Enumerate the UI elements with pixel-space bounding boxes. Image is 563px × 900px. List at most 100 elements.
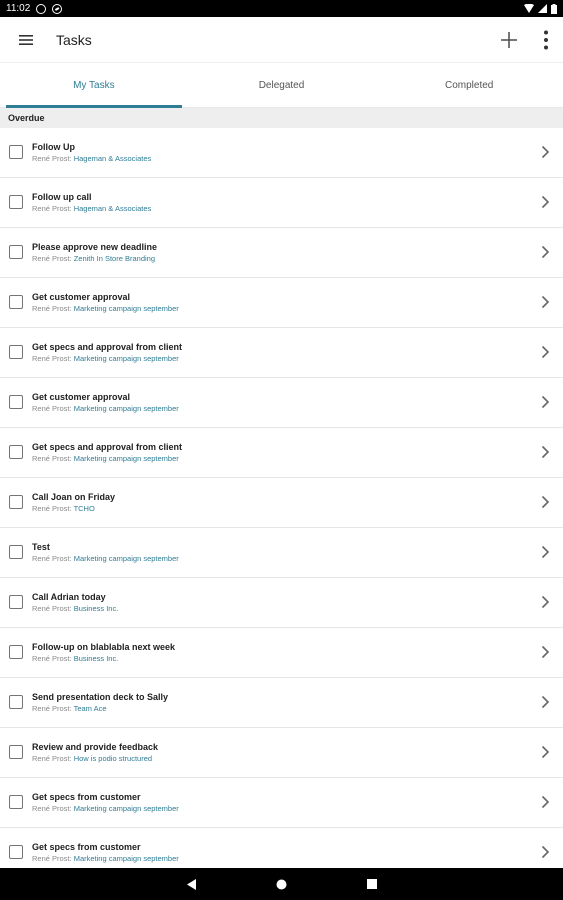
task-title: Follow up call: [32, 192, 92, 202]
status-bar: 11:02: [0, 0, 563, 17]
task-row[interactable]: Review and provide feedback René Prost: H…: [0, 728, 563, 778]
task-project-link[interactable]: Hageman & Associates: [74, 204, 152, 213]
tab-delegated[interactable]: Delegated: [188, 63, 376, 107]
task-row[interactable]: Get customer approval René Prost: Marketi…: [0, 378, 563, 428]
chevron-right-icon[interactable]: [537, 694, 553, 710]
tab-bar: My Tasks Delegated Completed: [0, 63, 563, 108]
task-checkbox[interactable]: [9, 145, 23, 159]
task-checkbox[interactable]: [9, 195, 23, 209]
task-project-link[interactable]: Marketing campaign september: [74, 554, 179, 563]
task-row[interactable]: Get specs and approval from client René P…: [0, 328, 563, 378]
task-row[interactable]: Call Joan on Friday René Prost: TCHO: [0, 478, 563, 528]
task-project-link[interactable]: Marketing campaign september: [74, 404, 179, 413]
chevron-right-icon[interactable]: [537, 594, 553, 610]
chevron-right-icon[interactable]: [537, 394, 553, 410]
task-project-link[interactable]: Team Ace: [74, 704, 107, 713]
task-row[interactable]: Test René Prost: Marketing campaign septe…: [0, 528, 563, 578]
task-checkbox[interactable]: [9, 645, 23, 659]
status-left: 11:02: [6, 3, 63, 14]
task-checkbox[interactable]: [9, 795, 23, 809]
task-project-link[interactable]: Business Inc.: [74, 604, 119, 613]
task-checkbox[interactable]: [9, 445, 23, 459]
system-nav-bar: [0, 868, 563, 900]
task-project-link[interactable]: TCHO: [74, 504, 95, 513]
task-owner: René Prost:: [32, 254, 72, 263]
task-project-link[interactable]: Zenith In Store Branding: [74, 254, 155, 263]
nav-back-button[interactable]: [147, 868, 237, 900]
chevron-right-icon[interactable]: [537, 744, 553, 760]
chevron-right-icon[interactable]: [537, 244, 553, 260]
task-checkbox[interactable]: [9, 595, 23, 609]
task-meta: René Prost: Zenith In Store Branding: [32, 253, 523, 264]
task-meta: René Prost: Hageman & Associates: [32, 153, 523, 164]
task-project-link[interactable]: Marketing campaign september: [74, 354, 179, 363]
nav-home-button[interactable]: [237, 868, 327, 900]
task-project-link[interactable]: Marketing campaign september: [74, 304, 179, 313]
task-checkbox[interactable]: [9, 695, 23, 709]
task-meta: René Prost: How is podio structured: [32, 753, 523, 764]
task-checkbox[interactable]: [9, 545, 23, 559]
chevron-right-icon[interactable]: [537, 444, 553, 460]
task-text: Follow Up René Prost: Hageman & Associate…: [32, 141, 523, 164]
chevron-right-icon[interactable]: [537, 494, 553, 510]
task-row[interactable]: Get specs from customer René Prost: Marke…: [0, 828, 563, 868]
task-project-link[interactable]: Hageman & Associates: [74, 154, 152, 163]
task-text: Please approve new deadline René Prost: Z…: [32, 241, 523, 264]
task-project-link[interactable]: Business Inc.: [74, 654, 119, 663]
task-checkbox[interactable]: [9, 745, 23, 759]
task-row[interactable]: Call Adrian today René Prost: Business In…: [0, 578, 563, 628]
task-row[interactable]: Get specs from customer René Prost: Marke…: [0, 778, 563, 828]
task-checkbox[interactable]: [9, 345, 23, 359]
home-circle-icon: [276, 879, 287, 889]
task-row[interactable]: Get specs and approval from client René P…: [0, 428, 563, 478]
task-row[interactable]: Please approve new deadline René Prost: Z…: [0, 228, 563, 278]
task-title: Get specs and approval from client: [32, 342, 183, 352]
wifi-icon: [524, 4, 534, 13]
task-text: Review and provide feedback René Prost: H…: [32, 741, 523, 764]
task-project-link[interactable]: Marketing campaign september: [74, 454, 179, 463]
chevron-right-icon[interactable]: [537, 144, 553, 160]
chevron-right-icon[interactable]: [537, 844, 553, 860]
tab-completed[interactable]: Completed: [375, 63, 563, 107]
more-options-button[interactable]: [531, 18, 561, 62]
nav-recents-button[interactable]: [327, 868, 417, 900]
task-text: Call Adrian today René Prost: Business In…: [32, 591, 523, 614]
task-project-link[interactable]: Marketing campaign september: [74, 804, 179, 813]
notification-icon: [36, 3, 47, 14]
chevron-right-icon[interactable]: [537, 544, 553, 560]
task-project-link[interactable]: Marketing campaign september: [74, 854, 179, 863]
task-row[interactable]: Follow-up on blablabla next week René Pro…: [0, 628, 563, 678]
chevron-right-icon[interactable]: [537, 794, 553, 810]
task-checkbox[interactable]: [9, 495, 23, 509]
task-checkbox[interactable]: [9, 395, 23, 409]
task-checkbox[interactable]: [9, 845, 23, 859]
task-row[interactable]: Follow up call René Prost: Hageman & Asso…: [0, 178, 563, 228]
task-meta: René Prost: Marketing campaign september: [32, 853, 523, 864]
task-owner: René Prost:: [32, 754, 72, 763]
task-meta: René Prost: Marketing campaign september: [32, 803, 523, 814]
page-title: Tasks: [56, 31, 92, 48]
add-task-button[interactable]: [487, 18, 531, 62]
tab-my-tasks[interactable]: My Tasks: [0, 63, 188, 108]
task-checkbox[interactable]: [9, 245, 23, 259]
task-owner: René Prost:: [32, 504, 72, 513]
sync-off-icon: [52, 3, 63, 14]
task-text: Get specs and approval from client René P…: [32, 441, 523, 464]
more-vert-icon: [544, 30, 548, 49]
chevron-right-icon[interactable]: [537, 344, 553, 360]
chevron-right-icon[interactable]: [537, 644, 553, 660]
chevron-right-icon[interactable]: [537, 194, 553, 210]
task-row[interactable]: Follow Up René Prost: Hageman & Associate…: [0, 128, 563, 178]
task-row[interactable]: Get customer approval René Prost: Marketi…: [0, 278, 563, 328]
task-checkbox[interactable]: [9, 295, 23, 309]
task-meta: René Prost: Marketing campaign september: [32, 553, 523, 564]
battery-icon: [551, 3, 557, 14]
menu-button[interactable]: [4, 18, 48, 62]
status-right: [524, 3, 557, 14]
task-row[interactable]: Send presentation deck to Sally René Pros…: [0, 678, 563, 728]
task-project-link[interactable]: How is podio structured: [74, 754, 152, 763]
task-title: Test: [32, 542, 50, 552]
chevron-right-icon[interactable]: [537, 294, 553, 310]
task-title: Get specs and approval from client: [32, 442, 183, 452]
section-header-overdue: Overdue: [0, 108, 563, 128]
